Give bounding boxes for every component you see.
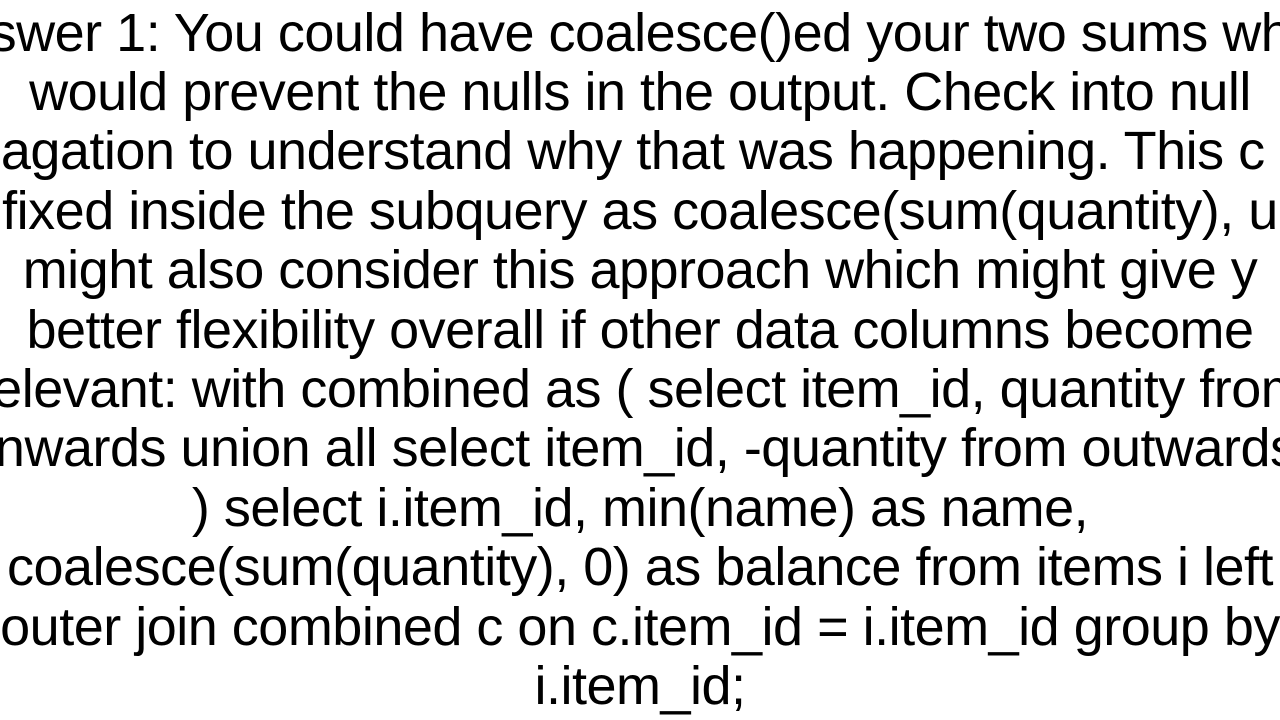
document-text-body: swer 1: You could have coalesce()ed your…	[0, 4, 1280, 717]
